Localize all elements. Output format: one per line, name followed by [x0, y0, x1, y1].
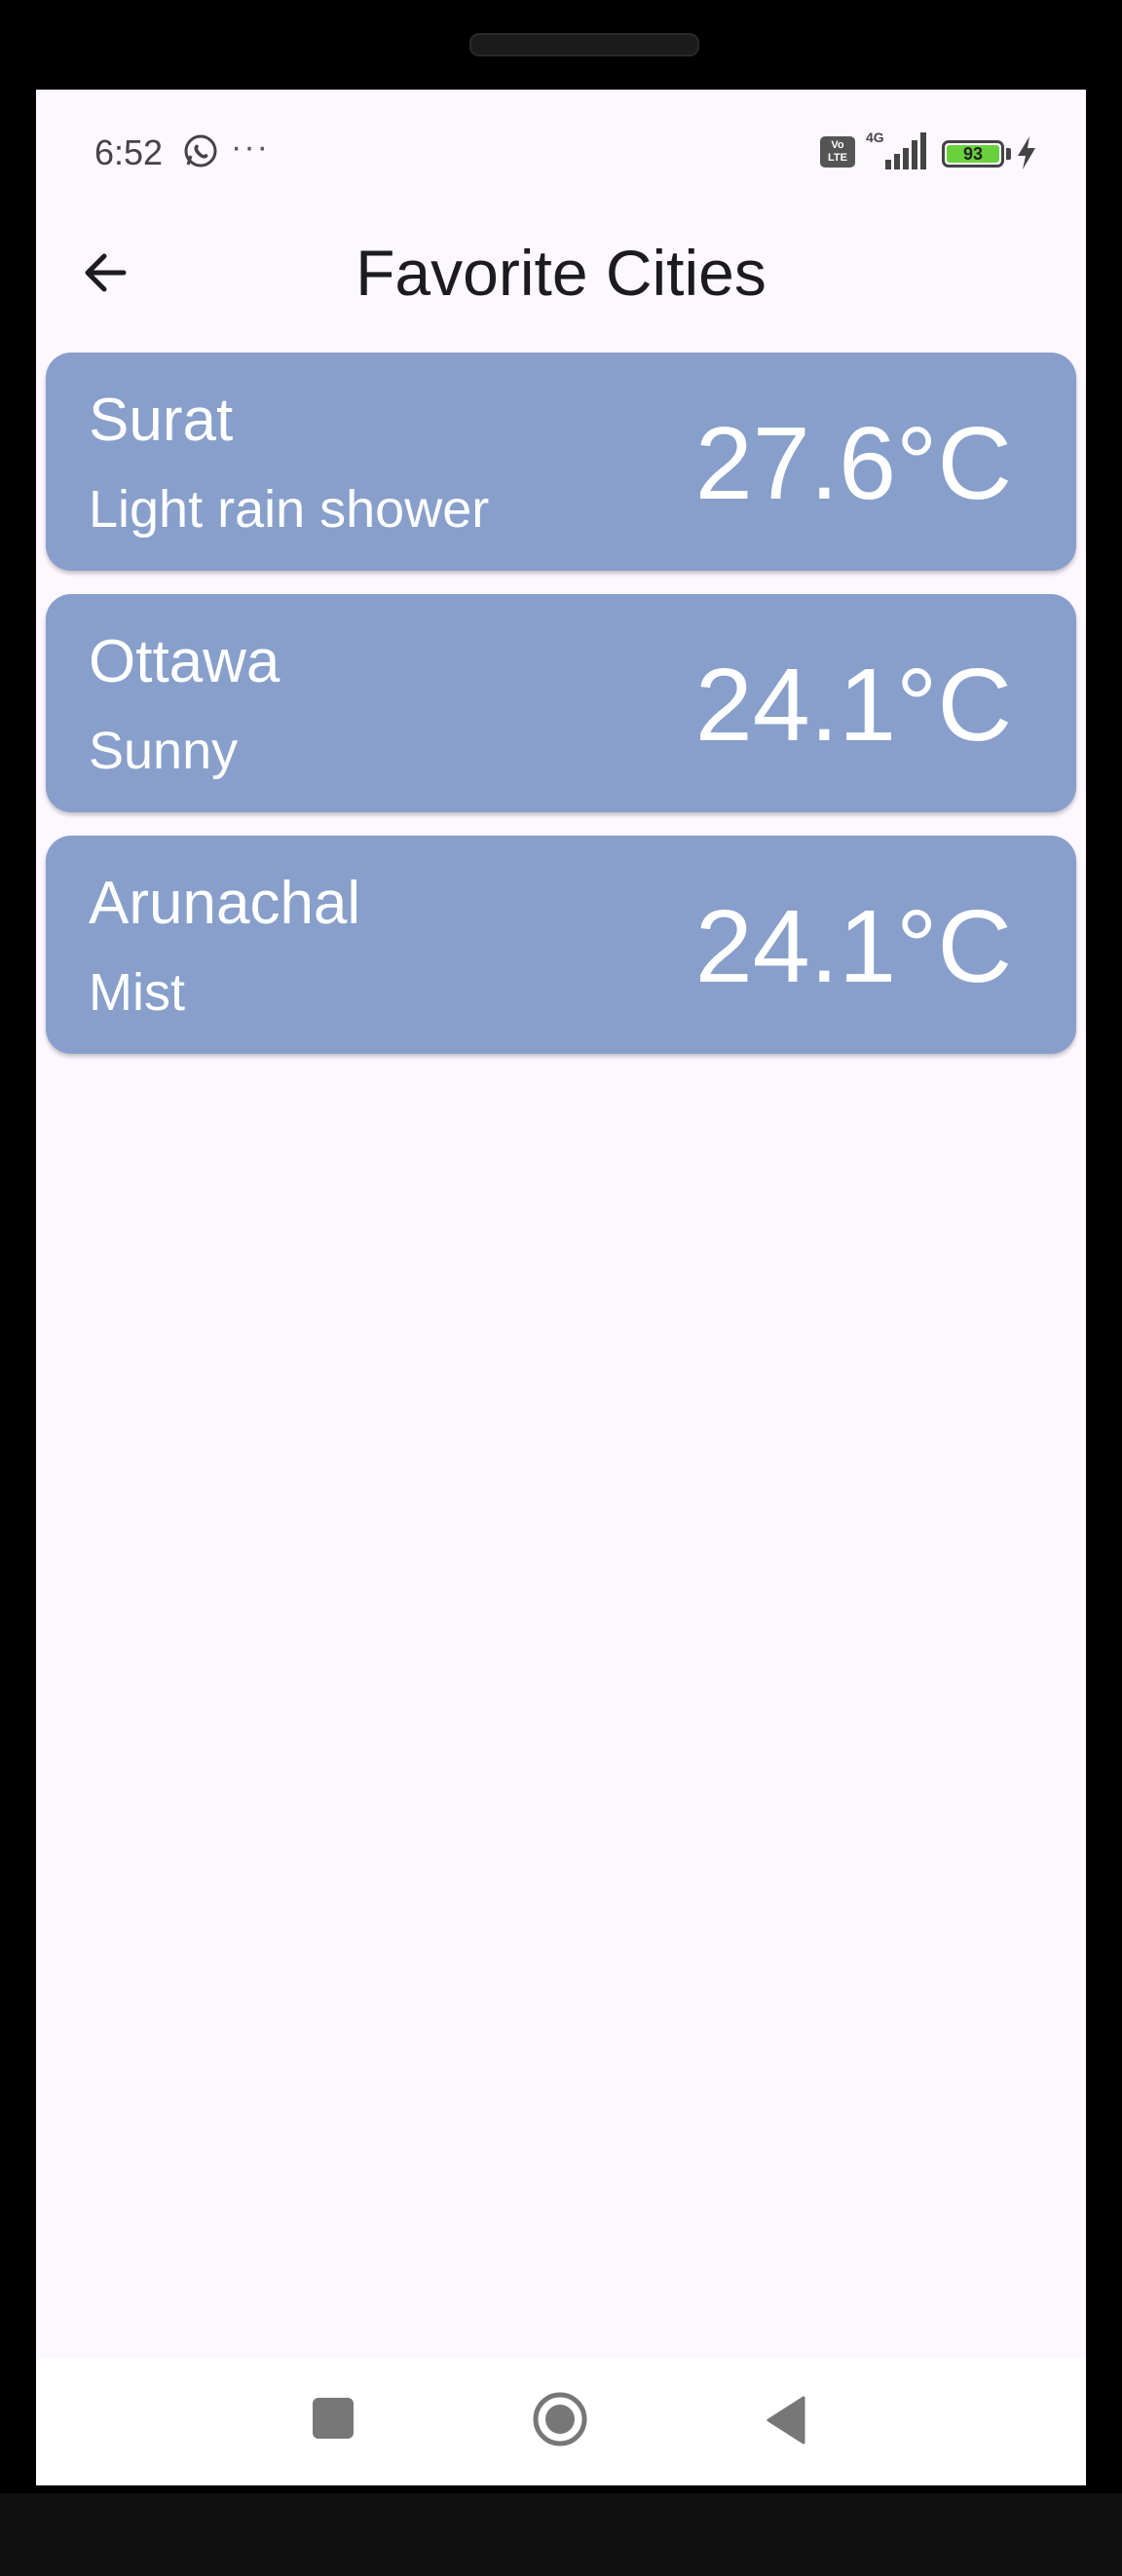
status-bar: 6:52 ··· Vo LTE 4G 93	[36, 90, 1086, 214]
bottom-bezel	[0, 2493, 1122, 2576]
city-card[interactable]: Surat Light rain shower 27.6°C	[46, 353, 1076, 571]
volte-icon: Vo LTE	[820, 136, 855, 168]
city-name: Arunachal	[89, 870, 361, 937]
battery-icon: 93	[942, 140, 1004, 168]
city-name: Surat	[89, 387, 234, 454]
whatsapp-icon	[184, 134, 217, 168]
back-arrow-icon[interactable]	[75, 242, 137, 304]
weather-condition: Mist	[89, 963, 185, 1022]
page-title: Favorite Cities	[355, 237, 767, 309]
temperature: 24.1°C	[694, 889, 1012, 1004]
back-triangle-icon[interactable]	[765, 2396, 807, 2445]
app-bar: Favorite Cities	[36, 214, 1086, 331]
recents-square-icon[interactable]	[313, 2398, 354, 2439]
city-card[interactable]: Ottawa Sunny 24.1°C	[46, 594, 1076, 812]
favorite-cities-list: Surat Light rain shower 27.6°C Ottawa Su…	[46, 353, 1076, 1077]
home-circle-icon[interactable]	[533, 2392, 587, 2446]
earpiece-speaker	[469, 33, 699, 56]
battery-tip	[1006, 148, 1011, 160]
network-type-label: 4G	[866, 130, 884, 145]
temperature: 27.6°C	[694, 406, 1012, 521]
more-notifications-icon: ···	[231, 129, 270, 166]
city-name: Ottawa	[89, 628, 280, 695]
battery-level: 93	[962, 144, 984, 164]
signal-4g-icon: 4G	[866, 130, 926, 169]
weather-condition: Sunny	[89, 722, 239, 780]
temperature: 24.1°C	[694, 648, 1012, 763]
phone-frame: 6:52 ··· Vo LTE 4G 93 Favorite Cities Su…	[0, 0, 1122, 2576]
system-navigation-bar	[36, 2359, 1086, 2485]
screen: 6:52 ··· Vo LTE 4G 93 Favorite Cities Su…	[36, 90, 1086, 2485]
city-card[interactable]: Arunachal Mist 24.1°C	[46, 836, 1076, 1054]
status-time: 6:52	[94, 132, 164, 172]
weather-condition: Light rain shower	[89, 480, 490, 539]
charging-bolt-icon	[1018, 136, 1035, 169]
